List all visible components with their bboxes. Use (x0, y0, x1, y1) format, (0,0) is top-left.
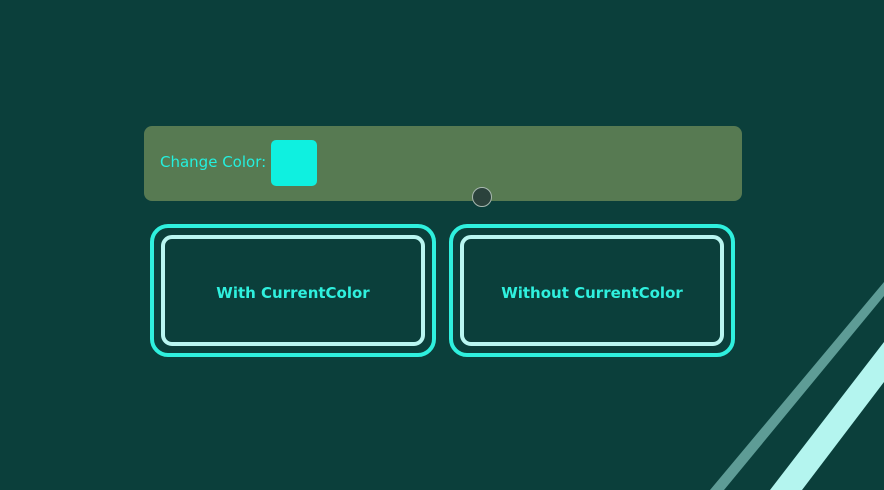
without-currentcolor-label: Without CurrentColor (501, 284, 683, 302)
with-currentcolor-label: With CurrentColor (216, 284, 370, 302)
decorative-stripes (710, 282, 884, 490)
cursor-indicator (472, 187, 492, 207)
with-currentcolor-card: With CurrentColor (150, 224, 436, 357)
change-color-label: Change Color: (160, 153, 267, 171)
color-control-panel: Change Color: (144, 126, 742, 201)
without-currentcolor-card: Without CurrentColor (449, 224, 735, 357)
color-picker-swatch[interactable] (271, 140, 317, 186)
